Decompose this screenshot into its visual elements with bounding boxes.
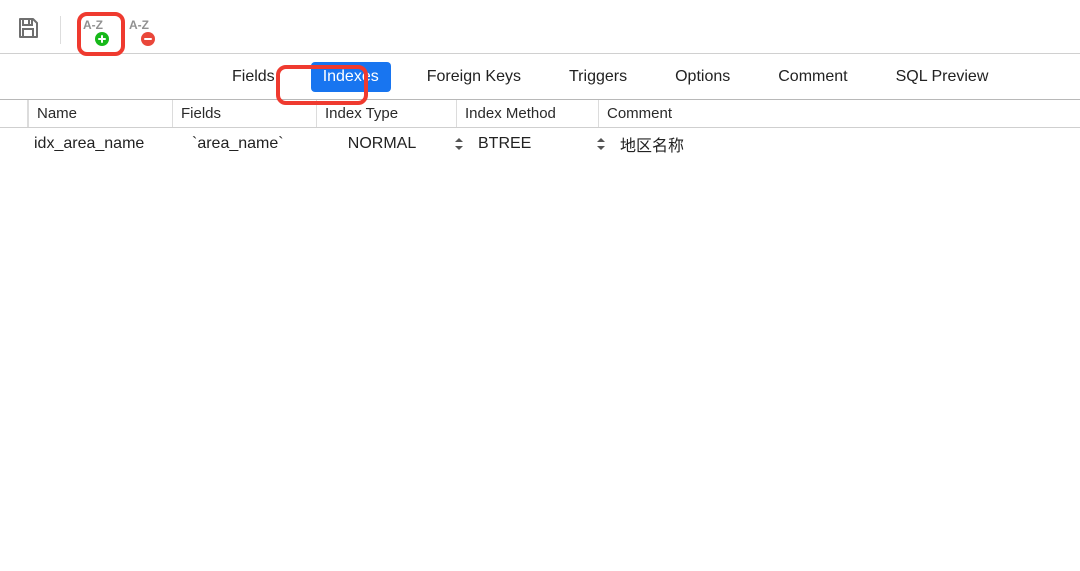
save-button[interactable] (10, 12, 46, 48)
remove-index-button[interactable]: A-Z (121, 12, 157, 48)
col-name[interactable]: Name (28, 100, 172, 127)
col-fields[interactable]: Fields (172, 100, 316, 127)
plus-badge-icon (95, 32, 109, 46)
tab-comment[interactable]: Comment (766, 62, 859, 92)
table-design-tabs: Fields Indexes Foreign Keys Triggers Opt… (0, 54, 1080, 100)
col-comment[interactable]: Comment (598, 100, 1080, 127)
row-gutter (10, 100, 28, 127)
cell-index-type-value: NORMAL (338, 135, 452, 153)
col-index-type[interactable]: Index Type (316, 100, 456, 127)
minus-badge-icon (141, 32, 155, 46)
tab-sql-preview[interactable]: SQL Preview (884, 62, 1001, 92)
cell-index-type[interactable]: NORMAL (332, 135, 472, 153)
add-index-button[interactable]: A-Z (75, 12, 111, 48)
cell-comment[interactable]: 地区名称 (614, 132, 1080, 156)
cell-name[interactable]: idx_area_name (28, 135, 186, 153)
updown-icon[interactable] (594, 138, 608, 150)
toolbar: A-Z A-Z (0, 6, 1080, 54)
tab-foreign-keys[interactable]: Foreign Keys (415, 62, 533, 92)
table-row[interactable]: idx_area_name `area_name` NORMAL BTREE 地… (0, 128, 1080, 160)
tab-fields[interactable]: Fields (220, 62, 287, 92)
az-icon: A-Z (129, 18, 149, 32)
toolbar-divider (60, 16, 61, 44)
cell-comment-value: 地区名称 (620, 132, 1080, 156)
cell-index-method[interactable]: BTREE (472, 135, 614, 153)
cell-fields[interactable]: `area_name` (186, 135, 332, 153)
updown-icon[interactable] (452, 138, 466, 150)
save-icon (16, 16, 40, 44)
row-gutter (10, 128, 28, 160)
tab-options[interactable]: Options (663, 62, 742, 92)
col-index-method[interactable]: Index Method (456, 100, 598, 127)
tab-triggers[interactable]: Triggers (557, 62, 639, 92)
az-icon: A-Z (83, 18, 103, 32)
tab-indexes[interactable]: Indexes (311, 62, 391, 92)
index-table-header: Name Fields Index Type Index Method Comm… (0, 100, 1080, 128)
cell-fields-value: `area_name` (192, 135, 332, 153)
cell-index-method-value: BTREE (478, 135, 594, 153)
cell-name-value: idx_area_name (34, 135, 186, 153)
